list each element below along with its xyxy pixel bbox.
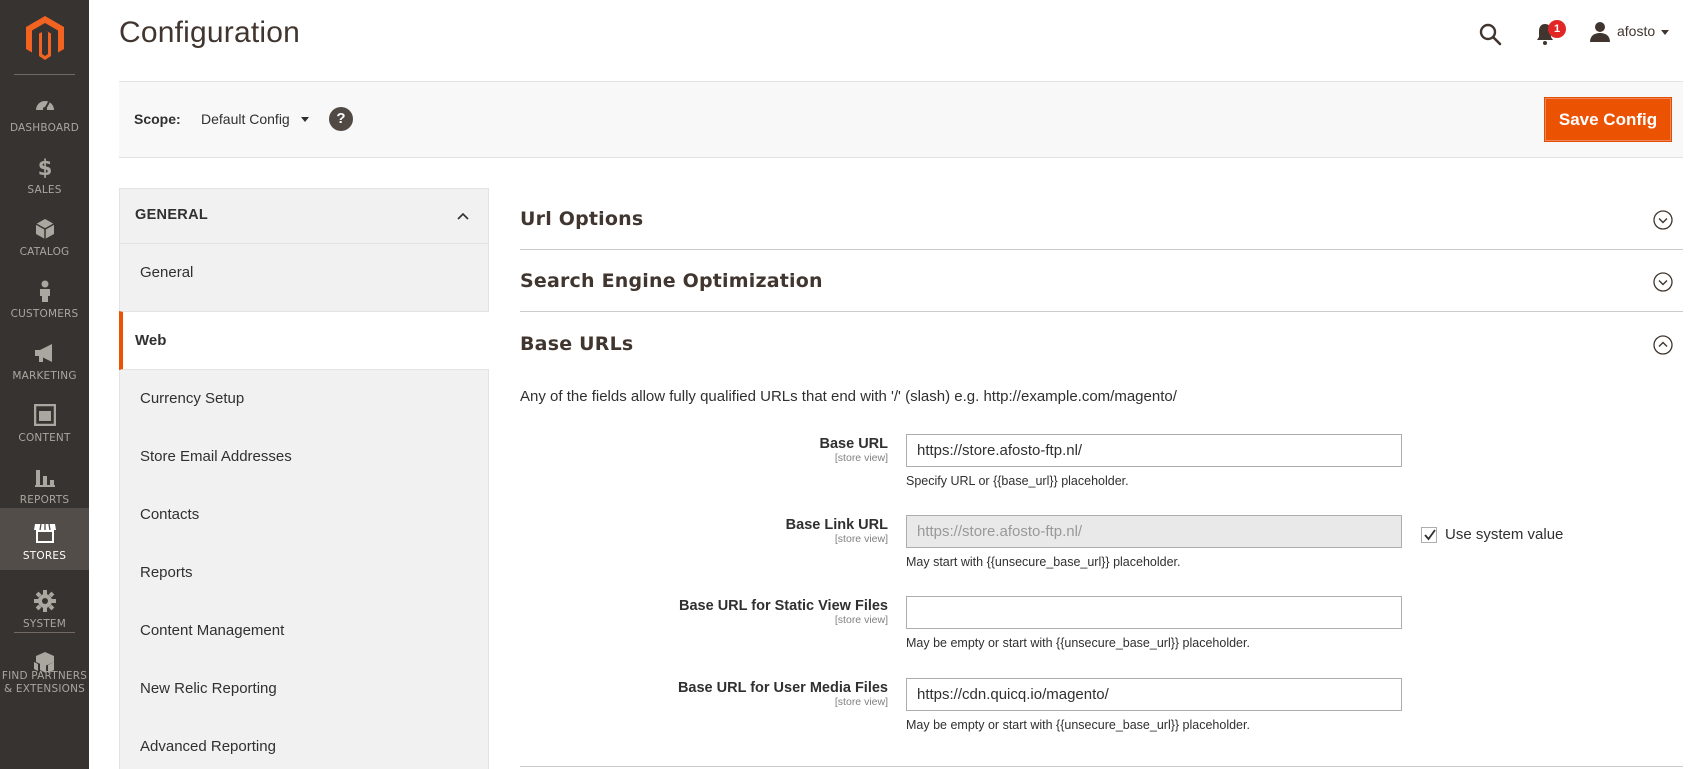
nav-item-dashboard[interactable]: DASHBOARD [0, 84, 89, 146]
section-seo[interactable]: Search Engine Optimization [520, 250, 1683, 312]
field-hint: May start with {{unsecure_base_url}} pla… [906, 555, 1181, 569]
base-url-input[interactable]: https://store.afosto-ftp.nl/ [906, 434, 1402, 467]
nav-item-label: CUSTOMERS [10, 308, 79, 320]
tab-group-title[interactable]: GENERAL [135, 207, 208, 223]
base-link-url-input: https://store.afosto-ftp.nl/ [906, 515, 1402, 548]
expand-icon[interactable] [1653, 210, 1673, 230]
scope-switcher[interactable]: Default Config [201, 111, 310, 127]
nav-item-label: SYSTEM [22, 618, 67, 630]
expand-icon[interactable] [1653, 272, 1673, 292]
base-static-url-input[interactable] [906, 596, 1402, 629]
nav-item-label: REPORTS [19, 494, 70, 506]
checkmark-icon [1424, 528, 1436, 540]
field-label: Base URL for Static View Files [679, 598, 888, 614]
chevron-down-icon[interactable] [300, 114, 310, 124]
dashboard-icon [36, 101, 54, 111]
save-config-button[interactable]: Save Config [1544, 97, 1672, 142]
nav-divider [14, 632, 75, 633]
svg-text:$: $ [38, 156, 53, 178]
nav-item-label: CATALOG [19, 246, 70, 258]
base-urls-note: Any of the fields allow fully qualified … [520, 388, 1177, 405]
tab-new-relic-reporting[interactable]: New Relic Reporting [120, 660, 488, 718]
field-scope: [store view] [834, 614, 888, 626]
nav-item-find-partners[interactable]: FIND PARTNERS & EXTENSIONS [0, 642, 89, 702]
field-label: Base URL for User Media Files [677, 680, 888, 696]
admin-sidebar: DASHBOARD $ SALES CATALOG CUSTOMERS MARK… [0, 0, 89, 769]
field-label: Base URL [819, 436, 889, 452]
nav-divider [14, 74, 75, 75]
megaphone-icon [35, 344, 52, 362]
collapse-icon[interactable] [1653, 335, 1673, 355]
page-title: Configuration [119, 16, 301, 49]
field-hint: May be empty or start with {{unsecure_ba… [906, 636, 1250, 650]
nav-item-label: CONTENT [18, 432, 71, 444]
bar-chart-icon [35, 470, 55, 487]
dollar-icon: $ [38, 156, 53, 178]
nav-item-label: DASHBOARD [9, 122, 80, 134]
tab-content-management[interactable]: Content Management [120, 602, 488, 660]
nav-item-content[interactable]: CONTENT [0, 394, 89, 456]
scope-label: Scope: [134, 111, 181, 127]
section-base-urls[interactable]: Base URLs [520, 313, 1683, 375]
user-icon[interactable] [1589, 21, 1611, 43]
nav-item-label: FIND PARTNERS [1, 670, 88, 682]
field-hint: May be empty or start with {{unsecure_ba… [906, 718, 1250, 732]
tab-web[interactable]: Web [119, 311, 489, 370]
notification-badge[interactable]: 1 [1548, 20, 1566, 38]
field-hint: Specify URL or {{base_url}} placeholder. [906, 474, 1129, 488]
tab-advanced-reporting[interactable]: Advanced Reporting [120, 718, 488, 769]
user-menu-name[interactable]: afosto [1617, 23, 1655, 39]
checkbox[interactable] [1421, 526, 1437, 543]
nav-item-label: STORES [22, 550, 67, 562]
nav-item-stores[interactable]: STORES [0, 508, 89, 570]
tab-group-header[interactable]: GENERAL [120, 189, 488, 244]
section-title[interactable]: Search Engine Optimization [520, 270, 823, 292]
base-media-url-input[interactable]: https://cdn.quicq.io/magento/ [906, 678, 1402, 711]
nav-item-label: & EXTENSIONS [3, 683, 86, 695]
nav-item-marketing[interactable]: MARKETING [0, 332, 89, 394]
section-divider [520, 766, 1683, 767]
search-icon[interactable] [1478, 22, 1502, 46]
config-tabs: GENERAL General Web Currency Setup Store… [119, 188, 489, 769]
tab-currency-setup[interactable]: Currency Setup [120, 370, 488, 428]
field-label: Base Link URL [785, 517, 888, 533]
scope-toolbar: Scope: Default Config ? Save Config [119, 81, 1683, 158]
nav-item-label: MARKETING [12, 370, 77, 382]
help-icon[interactable]: ? [329, 107, 353, 131]
field-scope: [store view] [834, 533, 888, 545]
chevron-up-icon[interactable] [456, 209, 470, 223]
checkbox-label[interactable]: Use system value [1445, 526, 1563, 543]
scope-value[interactable]: Default Config [201, 111, 290, 127]
gear-icon [34, 590, 56, 612]
tab-contacts[interactable]: Contacts [120, 486, 488, 544]
person-icon [40, 280, 50, 302]
cube-icon [35, 219, 55, 239]
section-title[interactable]: Base URLs [520, 333, 633, 355]
use-system-value-checkbox[interactable]: Use system value [1421, 526, 1563, 543]
magento-logo-icon[interactable] [26, 16, 64, 60]
nav-item-customers[interactable]: CUSTOMERS [0, 270, 89, 332]
tab-reports[interactable]: Reports [120, 544, 488, 602]
tab-store-email-addresses[interactable]: Store Email Addresses [120, 428, 488, 486]
field-scope: [store view] [834, 452, 888, 464]
tab-general[interactable]: General [120, 244, 488, 302]
section-url-options[interactable]: Url Options [520, 188, 1683, 250]
store-icon [34, 523, 56, 543]
nav-item-label: SALES [27, 184, 62, 196]
section-title[interactable]: Url Options [520, 208, 643, 230]
field-scope: [store view] [834, 696, 888, 708]
nav-item-sales[interactable]: $ SALES [0, 146, 89, 208]
content-icon [34, 404, 56, 426]
nav-item-catalog[interactable]: CATALOG [0, 208, 89, 270]
chevron-down-icon[interactable] [1660, 27, 1670, 37]
